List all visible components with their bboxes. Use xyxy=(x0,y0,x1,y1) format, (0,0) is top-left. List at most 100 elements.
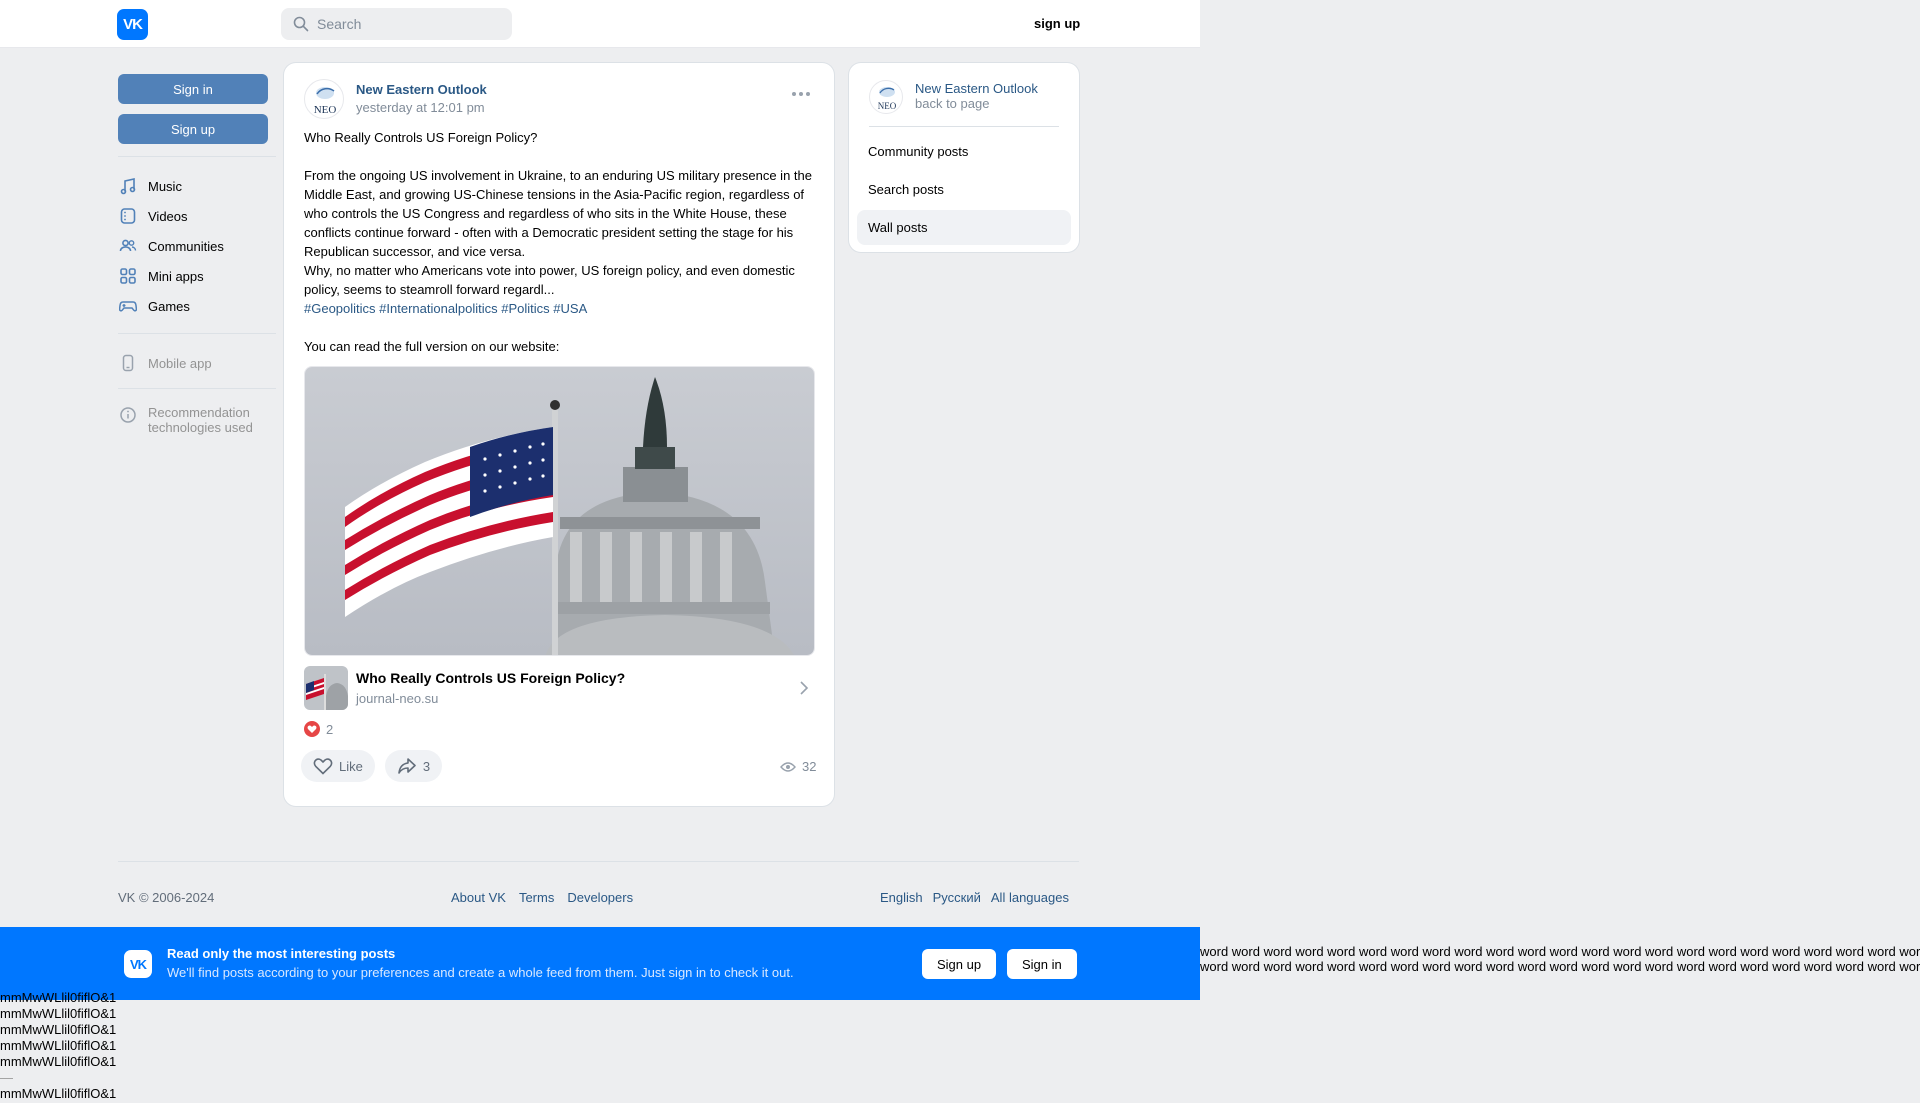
glyph-line: mmMwWLlil0fiflO&1 xyxy=(0,990,117,1005)
sidebar-divider xyxy=(118,333,276,334)
avatar-text: NEO xyxy=(314,104,337,116)
sidebar-item-label: Mobile app xyxy=(148,355,212,371)
overflow-word-line: word word word word word word word word … xyxy=(1200,944,1920,959)
right-panel: NEO New Eastern Outlook back to page Com… xyxy=(849,63,1079,252)
post-actions: Like 3 xyxy=(301,750,443,782)
views-count: 32 xyxy=(802,759,817,774)
wall-posts-tab[interactable]: Wall posts xyxy=(857,210,1071,245)
post-image[interactable] xyxy=(304,366,815,656)
reactions-count: 2 xyxy=(326,721,334,737)
sidebar-divider xyxy=(118,156,276,157)
avatar-text: NEO xyxy=(878,101,897,111)
back-to-page-link[interactable]: NEO New Eastern Outlook back to page xyxy=(869,80,1059,123)
sidebar-item-communities[interactable]: Communities xyxy=(118,231,276,261)
phone-icon xyxy=(118,353,138,373)
link-domain: journal-neo.su xyxy=(356,691,439,706)
like-button[interactable]: Like xyxy=(301,750,375,782)
post-author-link[interactable]: New Eastern Outlook xyxy=(356,82,487,97)
glyph-line: mmMwWLlil0fiflO&1 xyxy=(0,1054,117,1069)
sidebar-divider xyxy=(118,388,276,389)
left-sidebar: Sign in Sign up Music Videos Communities… xyxy=(118,74,276,441)
promo-subtitle: We'll find posts according to your prefe… xyxy=(167,965,794,980)
post-text: Who Really Controls US Foreign Policy? F… xyxy=(304,128,819,356)
share-button[interactable]: 3 xyxy=(384,750,443,782)
footer-copyright: VK © 2006-2024 xyxy=(118,890,215,905)
glyph-line: mmMwWLlil0fiflO&1 xyxy=(0,1038,117,1053)
top-header: VK sign up xyxy=(0,0,1200,48)
capitol-flag-image xyxy=(305,367,814,655)
community-posts-tab[interactable]: Community posts xyxy=(857,134,1071,169)
post-paragraph: Why, no matter who Americans vote into p… xyxy=(304,263,795,297)
share-icon xyxy=(398,758,416,774)
signup-button[interactable]: Sign up xyxy=(118,114,268,144)
post-title-line: Who Really Controls US Foreign Policy? xyxy=(304,130,538,145)
community-avatar[interactable]: NEO xyxy=(304,79,344,119)
sidebar-item-label: Communities xyxy=(148,238,224,254)
promo-signup-button[interactable]: Sign up xyxy=(922,949,997,979)
grid-icon xyxy=(118,266,138,286)
people-icon xyxy=(118,236,138,256)
footer-link-developers[interactable]: Developers xyxy=(567,890,633,905)
sidebar-item-mobile-app[interactable]: Mobile app xyxy=(118,348,276,378)
signin-promo-banner: VK Read only the most interesting posts … xyxy=(0,927,1200,1000)
heart-icon xyxy=(313,758,333,775)
chevron-right-icon xyxy=(799,680,809,699)
heart-reaction-icon xyxy=(304,721,320,737)
glyph-line: mmMwWLlil0fiflO&1 xyxy=(0,1086,117,1101)
sidebar-item-music[interactable]: Music xyxy=(118,171,276,201)
search-box[interactable] xyxy=(281,8,512,40)
vk-logo[interactable]: VK xyxy=(117,9,148,40)
signup-link[interactable]: sign up xyxy=(1034,16,1080,31)
link-title: Who Really Controls US Foreign Policy? xyxy=(356,670,626,686)
sidebar-item-label: Games xyxy=(148,298,190,314)
footer-links: About VK Terms Developers xyxy=(451,890,633,905)
sidebar-item-videos[interactable]: Videos xyxy=(118,201,276,231)
search-input[interactable] xyxy=(317,16,497,32)
link-thumbnail xyxy=(304,666,348,710)
music-note-icon xyxy=(118,176,138,196)
overflow-word-line: word word word word word word word word … xyxy=(1200,959,1920,974)
video-icon xyxy=(118,206,138,226)
more-options-icon[interactable] xyxy=(792,89,812,99)
post-paragraph: From the ongoing US involvement in Ukrai… xyxy=(304,168,812,259)
back-to-page-label: back to page xyxy=(915,96,990,111)
signin-button[interactable]: Sign in xyxy=(118,74,268,104)
post-date[interactable]: yesterday at 12:01 pm xyxy=(356,100,485,115)
eye-icon xyxy=(780,761,796,772)
footer-languages: English Русский All languages xyxy=(880,890,1069,905)
glyph-line: mmMwWLlil0fiflO&1 xyxy=(0,1022,117,1037)
footer-link-about[interactable]: About VK xyxy=(451,890,506,905)
community-avatar: NEO xyxy=(869,80,903,114)
sidebar-item-recommendation[interactable]: Recommendation technologies used xyxy=(118,405,276,441)
footer-link-terms[interactable]: Terms xyxy=(519,890,554,905)
sidebar-item-games[interactable]: Games xyxy=(118,291,276,321)
gamepad-icon xyxy=(118,296,138,316)
vk-logo: VK xyxy=(124,950,152,978)
community-name: New Eastern Outlook xyxy=(915,81,1038,96)
post-hashtags[interactable]: #Geopolitics #Internationalpolitics #Pol… xyxy=(304,299,819,318)
post-read-more: You can read the full version on our web… xyxy=(304,339,560,354)
like-label: Like xyxy=(339,758,363,774)
promo-title: Read only the most interesting posts xyxy=(167,946,396,961)
sidebar-item-mini-apps[interactable]: Mini apps xyxy=(118,261,276,291)
search-posts-tab[interactable]: Search posts xyxy=(857,172,1071,207)
glyph-test-lines: mmMwWLlil0fiflO&1 mmMwWLlil0fiflO&1 mmMw… xyxy=(0,990,116,1102)
promo-signin-button[interactable]: Sign in xyxy=(1007,949,1077,979)
link-preview[interactable]: Who Really Controls US Foreign Policy? j… xyxy=(304,666,815,710)
glyph-separator: — xyxy=(0,1070,13,1085)
sidebar-item-label: Recommendation technologies used xyxy=(148,405,253,435)
info-icon xyxy=(118,405,138,425)
footer-divider xyxy=(118,861,1079,862)
share-count: 3 xyxy=(422,758,431,774)
language-english[interactable]: English xyxy=(880,890,923,905)
overflow-text: word word word word word word word word … xyxy=(1200,944,1920,974)
glyph-line: mmMwWLlil0fiflO&1 xyxy=(0,1006,117,1021)
post-card: NEO New Eastern Outlook yesterday at 12:… xyxy=(284,63,834,806)
language-all[interactable]: All languages xyxy=(991,890,1069,905)
language-russian[interactable]: Русский xyxy=(933,890,981,905)
sidebar-item-label: Mini apps xyxy=(148,268,204,284)
views-counter: 32 xyxy=(780,759,816,774)
panel-divider xyxy=(869,126,1059,127)
reactions-summary[interactable]: 2 xyxy=(304,721,333,737)
search-icon xyxy=(293,16,309,32)
